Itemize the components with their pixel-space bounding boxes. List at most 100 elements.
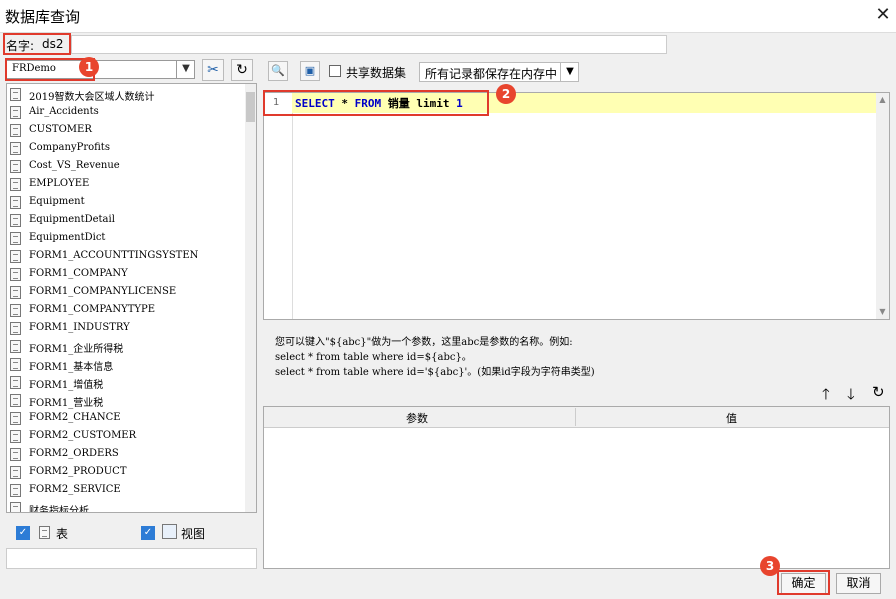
callout-badge-3: 3 [760, 556, 780, 576]
table-icon [10, 322, 21, 335]
table-list-item[interactable]: FORM1_INDUSTRY [10, 320, 246, 338]
table-icon [10, 250, 21, 263]
table-list-item[interactable]: EquipmentDetail [10, 212, 246, 230]
table-list-scrollbar[interactable] [245, 84, 256, 512]
table-list-item[interactable]: FORM1_企业所得税 [10, 338, 246, 356]
table-list-item-label: CompanyProfits [29, 142, 110, 153]
table-list-item[interactable]: FORM1_增值税 [10, 374, 246, 392]
table-icon [10, 358, 21, 371]
callout-badge-2: 2 [496, 84, 516, 104]
table-list-item[interactable]: 财务指标分析 [10, 500, 246, 513]
table-icon [10, 286, 21, 299]
table-list-item[interactable]: FORM2_PRODUCT [10, 464, 246, 482]
table-list-item-label: FORM2_CHANCE [29, 412, 121, 423]
cancel-button[interactable]: 取消 [836, 573, 881, 594]
table-icon [10, 394, 21, 407]
help-line-1: 您可以键入"${abc}"做为一个参数，这里abc是参数的名称。例如: [275, 337, 573, 348]
ok-highlight-box [777, 570, 830, 595]
table-list-item[interactable]: 2019智数大会区域人数统计 [10, 86, 246, 104]
column-divider[interactable] [575, 408, 576, 426]
tools-icon[interactable]: ✂ [202, 59, 224, 81]
table-icon [10, 142, 21, 155]
table-icon [10, 214, 21, 227]
table-icon [10, 196, 21, 209]
table-list-item[interactable]: FORM1_基本信息 [10, 356, 246, 374]
table-list-item[interactable]: FORM2_SERVICE [10, 482, 246, 500]
table-list-item-label: CUSTOMER [29, 124, 92, 135]
refresh-icon[interactable]: ↻ [231, 59, 253, 81]
table-list-item-label: EMPLOYEE [29, 178, 90, 189]
table-icon [10, 178, 21, 191]
title-bar [0, 0, 896, 32]
view-filter-label: 视图 [181, 527, 206, 541]
table-list-item[interactable]: Cost_VS_Revenue [10, 158, 246, 176]
chevron-down-icon[interactable]: ▼ [560, 63, 579, 81]
table-list-item-label: FORM1_COMPANYTYPE [29, 304, 156, 315]
table-list-item-label: Cost_VS_Revenue [29, 160, 120, 171]
line-gutter [264, 93, 293, 319]
table-list-scroll-thumb[interactable] [246, 92, 255, 122]
table-list-item[interactable]: CompanyProfits [10, 140, 246, 158]
memory-mode-value: 所有记录都保存在内存中 [425, 67, 558, 81]
table-icon [10, 160, 21, 173]
table-icon [10, 304, 21, 317]
table-list-item-label: FORM1_COMPANYLICENSE [29, 286, 177, 297]
table-icon [10, 412, 21, 425]
chevron-down-icon[interactable]: ▼ [176, 60, 195, 79]
table-list-item[interactable]: FORM1_COMPANYTYPE [10, 302, 246, 320]
table-list-item-label: FORM1_营业税 [29, 398, 104, 409]
table-search-field[interactable] [6, 548, 257, 569]
table-icon [10, 106, 21, 119]
name-value[interactable]: ds2 [42, 37, 64, 51]
view-filter-checkbox[interactable]: ✓ [141, 526, 155, 540]
table-icon [10, 448, 21, 461]
sql-editor[interactable] [263, 92, 890, 320]
table-list-item-label: Equipment [29, 196, 85, 207]
table-icon [10, 232, 21, 245]
table-list-item[interactable]: FORM1_COMPANY [10, 266, 246, 284]
table-list-item[interactable]: Air_Accidents [10, 104, 246, 122]
scroll-up-icon[interactable]: ▲ [877, 95, 888, 105]
table-list-item-label: FORM2_CUSTOMER [29, 430, 137, 441]
table-icon [10, 124, 21, 137]
param-table-header [264, 407, 889, 428]
table-icon [10, 466, 21, 479]
table-list-item[interactable]: FORM2_ORDERS [10, 446, 246, 464]
table-list: 2019智数大会区域人数统计 Air_Accidents CUSTOMER Compa… [6, 83, 257, 513]
table-list-item[interactable]: CUSTOMER [10, 122, 246, 140]
table-list-item[interactable]: FORM1_ACCOUNTTINGSYSTEN [10, 248, 246, 266]
table-list-item-label: FORM2_ORDERS [29, 448, 119, 459]
editor-scrollbar[interactable] [876, 93, 889, 319]
table-icon [10, 340, 21, 353]
close-icon[interactable]: ✕ [872, 3, 894, 27]
share-dataset-label: 共享数据集 [346, 66, 407, 80]
param-table [263, 406, 890, 569]
table-list-item-label: FORM1_ACCOUNTTINGSYSTEN [29, 250, 199, 261]
table-list-item[interactable]: Equipment [10, 194, 246, 212]
table-list-item[interactable]: FORM2_CUSTOMER [10, 428, 246, 446]
sql-highlight-box [263, 90, 489, 116]
scroll-down-icon[interactable]: ▼ [877, 307, 888, 317]
table-list-item[interactable]: FORM2_CHANCE [10, 410, 246, 428]
table-list-item[interactable]: FORM1_COMPANYLICENSE [10, 284, 246, 302]
window-title: 数据库查询 [5, 8, 81, 26]
table-list-item-label: 财务指标分析 [29, 506, 89, 513]
refresh-icon[interactable]: ↻ [872, 383, 885, 401]
table-list-item-label: Air_Accidents [29, 106, 99, 117]
callout-badge-1: 1 [79, 57, 99, 77]
table-list-item[interactable]: EquipmentDict [10, 230, 246, 248]
name-input[interactable] [71, 35, 667, 54]
table-list-item-label: FORM1_增值税 [29, 380, 104, 391]
table-list-item[interactable]: FORM1_营业税 [10, 392, 246, 410]
view-icon [162, 524, 177, 539]
table-list-item-label: FORM1_企业所得税 [29, 344, 124, 355]
panel-splitter[interactable] [259, 58, 262, 570]
table-filter-checkbox[interactable]: ✓ [16, 526, 30, 540]
share-dataset-checkbox[interactable] [329, 65, 341, 77]
preview-icon[interactable]: 🔍 [268, 61, 288, 81]
table-list-item-label: FORM1_基本信息 [29, 362, 114, 373]
table-filter-label: 表 [56, 527, 69, 541]
table-list-item[interactable]: EMPLOYEE [10, 176, 246, 194]
table-icon [10, 484, 21, 497]
save-icon[interactable]: ▣ [300, 61, 320, 81]
